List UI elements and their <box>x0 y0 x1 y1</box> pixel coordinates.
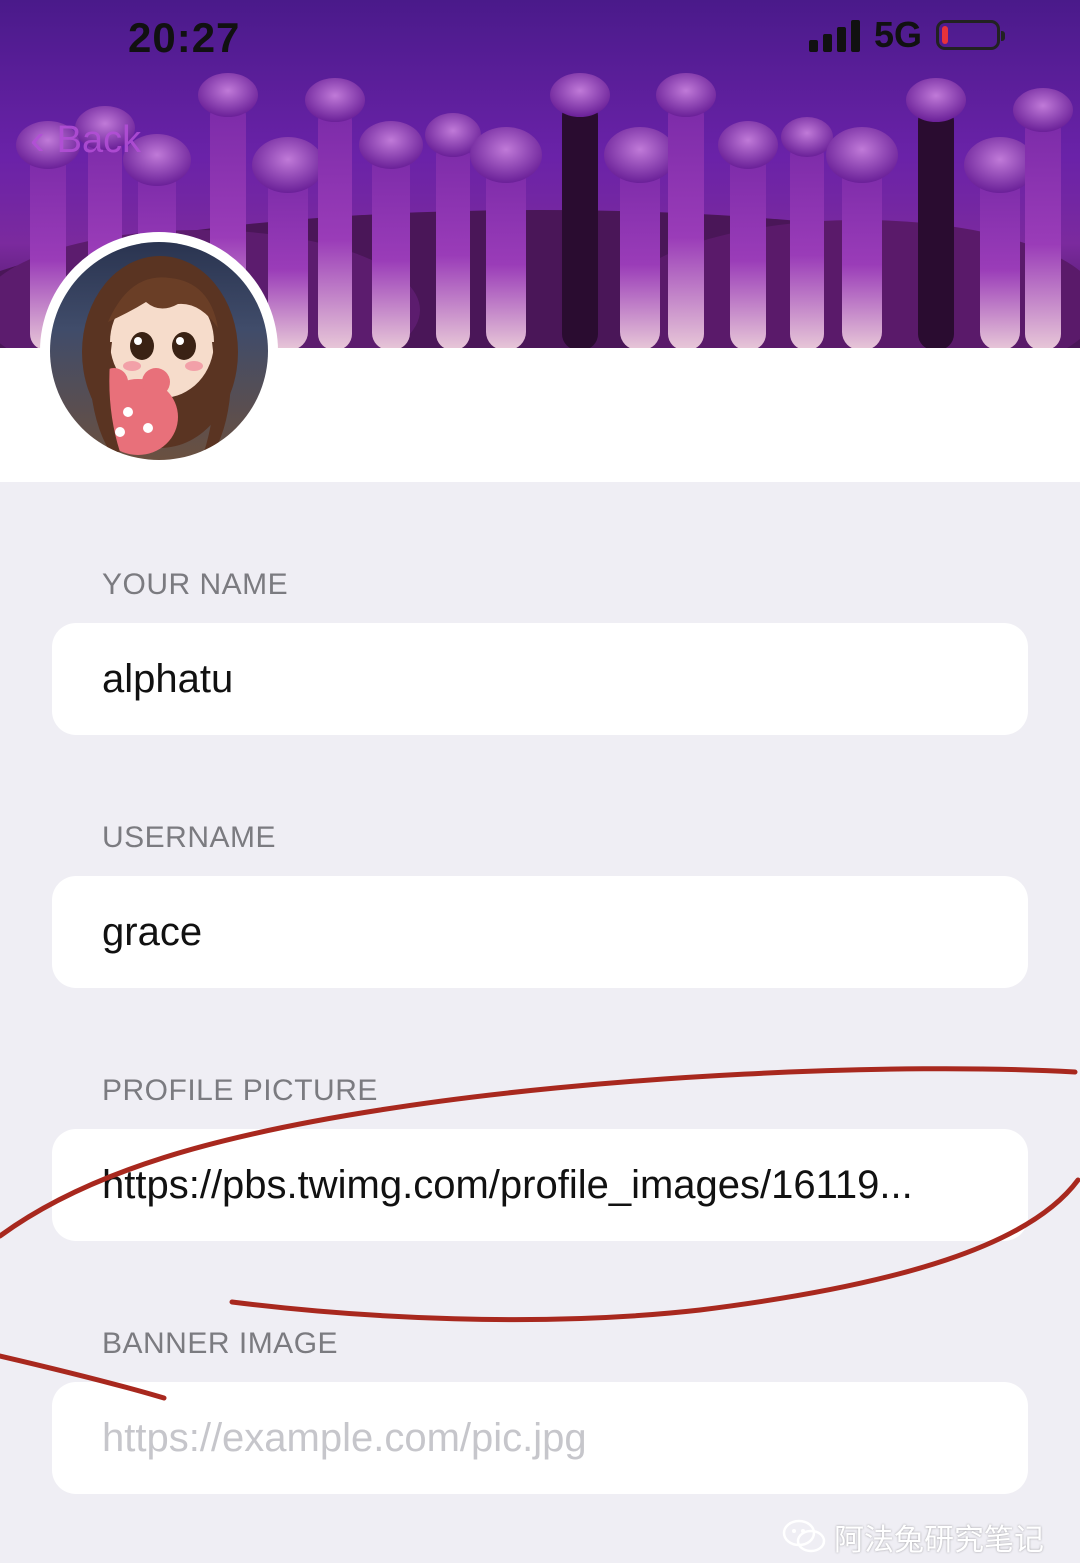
network-type: 5G <box>873 14 922 55</box>
profile-picture-field[interactable]: https://pbs.twimg.com/profile_images/161… <box>52 1129 1028 1241</box>
username-field[interactable]: grace <box>52 876 1028 988</box>
chevron-left-icon: ‹ <box>30 115 45 164</box>
back-label: Back <box>56 118 142 161</box>
profile-picture-label: PROFILE PICTURE <box>102 1074 378 1107</box>
banner-image-field[interactable]: https://example.com/pic.jpg <box>52 1382 1028 1494</box>
watermark: 阿法兔研究笔记 <box>782 1515 1044 1559</box>
watermark-text: 阿法兔研究笔记 <box>834 1524 1044 1557</box>
avatar[interactable] <box>40 232 278 470</box>
avatar-image <box>50 242 268 460</box>
wechat-icon <box>782 1519 826 1553</box>
back-button[interactable]: ‹ Back <box>30 118 141 162</box>
profile-picture-value: https://pbs.twimg.com/profile_images/161… <box>102 1162 913 1207</box>
banner-image-placeholder: https://example.com/pic.jpg <box>102 1415 587 1460</box>
status-time: 20:27 <box>128 14 241 61</box>
name-value: alphatu <box>102 656 234 701</box>
banner-image-label: BANNER IMAGE <box>102 1327 339 1360</box>
status-indicators: 5G <box>808 14 1005 56</box>
battery-icon <box>936 20 1005 50</box>
username-value: grace <box>102 909 203 954</box>
name-label: YOUR NAME <box>102 568 289 601</box>
username-label: USERNAME <box>102 821 277 854</box>
signal-bars-icon <box>808 18 860 52</box>
battery-level <box>942 26 948 44</box>
name-field[interactable]: alphatu <box>52 623 1028 735</box>
